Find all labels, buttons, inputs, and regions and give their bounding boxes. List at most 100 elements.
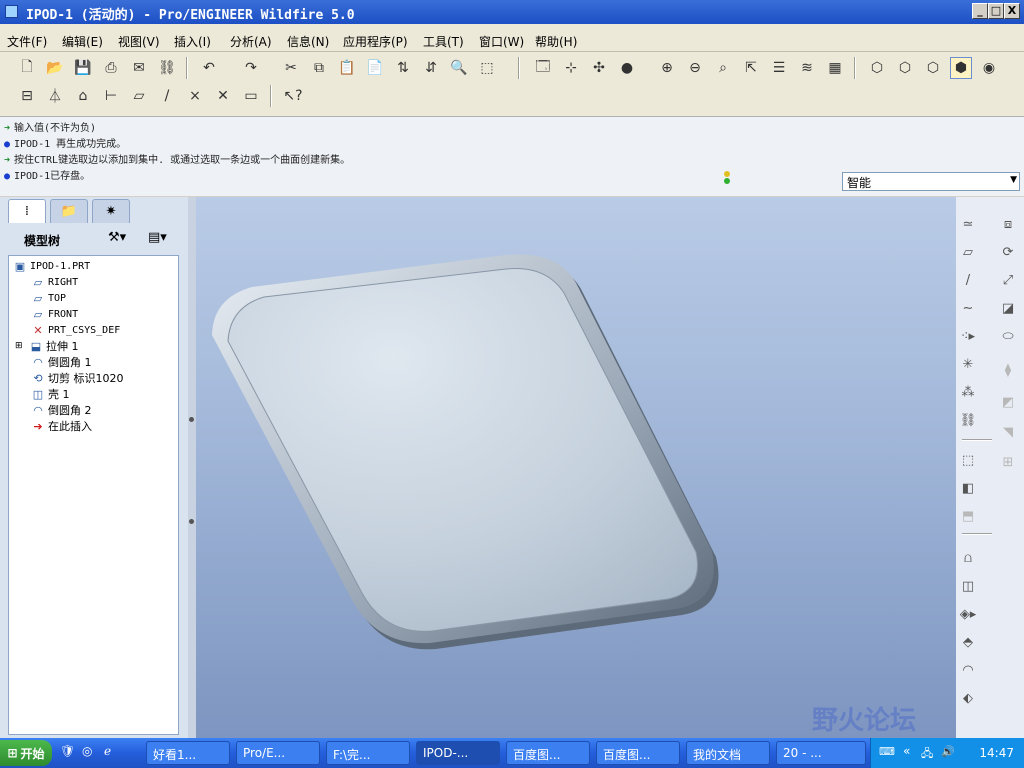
menu-window[interactable]: 窗口(W) (479, 33, 524, 50)
plane-icon[interactable]: ▱ (956, 241, 980, 263)
pattern-icon[interactable]: ⊞ (996, 451, 1020, 473)
tab-folder-browser[interactable]: 📁 (50, 199, 88, 223)
menu-applications[interactable]: 应用程序(P) (343, 33, 408, 50)
datum-axis-display-icon[interactable]: ⏃ (44, 85, 66, 107)
refit-icon[interactable]: ⌕ (712, 57, 734, 79)
menu-edit[interactable]: 编辑(E) (62, 33, 103, 50)
menu-tools[interactable]: 工具(T) (423, 33, 464, 50)
regenerate-icon[interactable]: ⇅ (392, 57, 414, 79)
zoom-out-icon[interactable]: ⊖ (684, 57, 706, 79)
paste-special-icon[interactable]: 📄 (364, 57, 386, 79)
network-icon[interactable]: 🖧 (921, 745, 933, 764)
hidden-line-icon[interactable]: ⬡ (894, 57, 916, 79)
show-menu-icon[interactable]: ▤▾ (148, 230, 167, 245)
tree-node[interactable]: ▣ IPOD-1.PRT (13, 258, 90, 274)
tab-favorites[interactable]: ✷ (92, 199, 130, 223)
annotation-icon[interactable]: ▭ (240, 85, 262, 107)
new-file-icon[interactable]: 🗋 (16, 57, 38, 79)
keyboard-icon[interactable]: ⌨ (879, 745, 895, 758)
merge-icon[interactable]: ◩ (996, 391, 1020, 413)
point-icon[interactable]: ⁖▸ (956, 325, 980, 347)
csys-display-icon[interactable]: ⊢ (100, 85, 122, 107)
shading-icon[interactable]: ⬢ (950, 57, 972, 79)
graphics-window[interactable] (196, 197, 956, 738)
no-hidden-icon[interactable]: ⬡ (922, 57, 944, 79)
csys-tag-icon[interactable]: ✕ (212, 85, 234, 107)
selection-filter-select[interactable]: 智能 ▼ (842, 172, 1020, 191)
find-icon[interactable]: 🔍 (448, 57, 470, 79)
cut-icon[interactable]: ✂ (280, 57, 302, 79)
reorient-icon[interactable]: ⇱ (740, 57, 762, 79)
paste-icon[interactable]: 📋 (336, 57, 358, 79)
taskbar-item[interactable]: 百度图... (596, 741, 680, 765)
context-help-icon[interactable]: ↖? (282, 85, 304, 107)
traffic-light-icon[interactable] (722, 170, 732, 190)
tab-model-tree[interactable]: ⁞ (8, 199, 46, 223)
menu-help[interactable]: 帮助(H) (535, 33, 577, 50)
start-button[interactable]: ⊞ 开始 (0, 740, 52, 766)
point-tag-icon[interactable]: × (184, 85, 206, 107)
hole-icon[interactable]: ⩍ (956, 547, 980, 569)
open-folder-icon[interactable]: 📂 (44, 57, 66, 79)
tree-node[interactable]: ◠ 倒圆角 1 (31, 354, 91, 370)
spin-center-icon[interactable]: ⊹ (560, 57, 582, 79)
menu-view[interactable]: 视图(V) (118, 33, 160, 50)
panel-sash[interactable] (188, 197, 196, 738)
trim-icon[interactable]: ◥ (996, 421, 1020, 443)
rib-icon[interactable]: ◈▸ (956, 603, 980, 625)
taskbar-item-active[interactable]: IPOD-... (416, 741, 500, 765)
quicklaunch-ie-icon[interactable]: ℯ (104, 744, 120, 760)
taskbar-item[interactable]: 20 - ... (776, 741, 866, 765)
view-manager-icon[interactable]: ▦ (824, 57, 846, 79)
appearance-sphere-icon[interactable]: ● (616, 57, 638, 79)
taskbar-item[interactable]: 百度图... (506, 741, 590, 765)
sketched-datum-curve-icon[interactable]: ≃ (956, 213, 980, 235)
boundary-blend-icon[interactable]: ⬭ (996, 325, 1020, 347)
sweep-icon[interactable]: ⤢ (996, 269, 1020, 291)
model-tree-toggle-icon[interactable]: ◉ (978, 57, 1000, 79)
tree-node[interactable]: ▱ RIGHT (31, 274, 78, 290)
volume-icon[interactable]: 🔊 (941, 745, 955, 758)
maximize-button[interactable]: □ (988, 3, 1004, 19)
minimize-button[interactable]: _ (972, 3, 988, 19)
taskbar-item[interactable]: F:\完... (326, 741, 410, 765)
round-tool-icon[interactable]: ◠ (956, 659, 980, 681)
settings-tools-icon[interactable]: ⚒▾ (108, 230, 126, 245)
datum-point-display-icon[interactable]: ⌂ (72, 85, 94, 107)
menu-info[interactable]: 信息(N) (287, 33, 329, 50)
revolve-icon[interactable]: ⟳ (996, 241, 1020, 263)
tree-node[interactable]: ◫ 壳 1 (31, 386, 70, 402)
shell-tool-icon[interactable]: ◫ (956, 575, 980, 597)
revolve-tool-icon[interactable]: ◧ (956, 477, 980, 499)
redo-icon[interactable]: ↷ (240, 57, 262, 79)
datum-plane-display-icon[interactable]: ⊟ (16, 85, 38, 107)
tree-node[interactable]: ⟲ 切剪 标识1020 (31, 370, 123, 386)
expand-plus-icon[interactable]: ⊞ (15, 341, 29, 351)
print-icon[interactable]: ⎙ (100, 57, 122, 79)
saved-views-icon[interactable]: ☰ (768, 57, 790, 79)
quicklaunch-browser-icon[interactable]: ◎ (82, 744, 98, 760)
tree-node[interactable]: ➔ 在此插入 (31, 418, 92, 434)
copy-icon[interactable]: ⧉ (308, 57, 330, 79)
csys-tool-icon[interactable]: ✳ (956, 353, 980, 375)
wireframe-icon[interactable]: ⬡ (866, 57, 888, 79)
draft-icon[interactable]: ⬘ (956, 631, 980, 653)
tree-node[interactable]: ▱ TOP (31, 290, 66, 306)
show-hidden-icons-icon[interactable]: « (903, 744, 910, 758)
extrude-tool-icon[interactable]: ⬚ (956, 449, 980, 471)
tree-node[interactable]: ▱ FRONT (31, 306, 78, 322)
quicklaunch-desktop-icon[interactable]: 🛡 (60, 744, 76, 760)
close-button[interactable]: X (1004, 3, 1020, 19)
orient-mode-icon[interactable]: ✣ (588, 57, 610, 79)
menu-analysis[interactable]: 分析(A) (230, 33, 272, 50)
layers-icon[interactable]: ≋ (796, 57, 818, 79)
tree-node[interactable]: ✕ PRT_CSYS_DEF (31, 322, 120, 338)
selection-box-icon[interactable]: ⬚ (476, 57, 498, 79)
curve-icon[interactable]: ∼ (956, 297, 980, 319)
menu-file[interactable]: 文件(F) (7, 33, 47, 50)
regen-manager-icon[interactable]: ⇵ (420, 57, 442, 79)
axis-tag-icon[interactable]: / (156, 85, 178, 107)
chain-icon[interactable]: ⛓ (956, 409, 980, 431)
tree-node[interactable]: ◠ 倒圆角 2 (31, 402, 91, 418)
sweep-tool-icon[interactable]: ⬒ (956, 505, 980, 527)
